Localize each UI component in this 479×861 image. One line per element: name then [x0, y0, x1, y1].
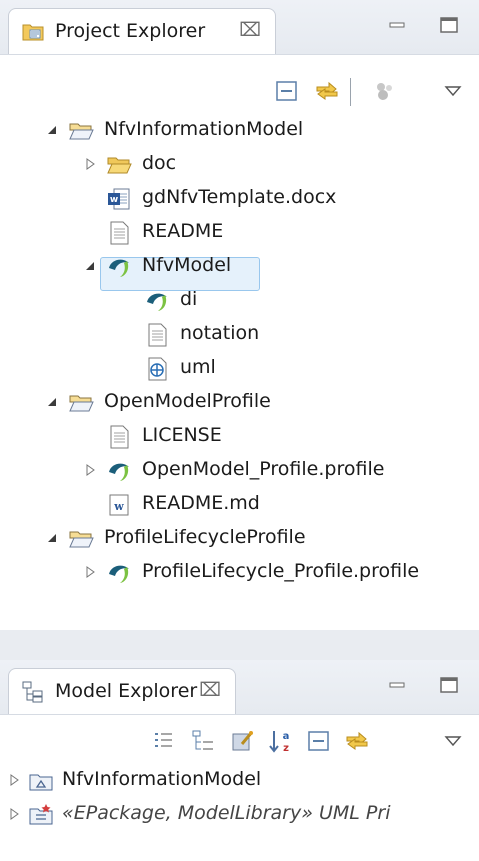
tree-item-uml[interactable]: uml	[0, 352, 479, 386]
tab-model-explorer[interactable]: Model Explorer ⌧	[8, 668, 236, 714]
papyrus-model-icon	[109, 259, 129, 277]
link-with-editor-icon[interactable]	[314, 78, 340, 104]
project-explorer-panel: Project Explorer ⌧ NfvInformationModel d…	[0, 0, 479, 640]
maximize-icon[interactable]	[438, 674, 460, 696]
tree-item-readme-md[interactable]: w README.md	[0, 488, 479, 522]
close-icon[interactable]: ⌧	[199, 679, 221, 701]
collapsed-arrow-icon[interactable]	[84, 158, 96, 170]
view-menu-icon[interactable]	[440, 78, 466, 104]
word-document-icon: w	[108, 188, 130, 210]
tree-item-label: «EPackage, ModelLibrary» UML Pri	[62, 802, 391, 824]
project-explorer-toolbar	[0, 72, 479, 112]
tree-item-label: NfvInformationModel	[62, 768, 262, 790]
tree-item-profilelifecycle-profile[interactable]: ProfileLifecycle_Profile.profile	[0, 556, 479, 590]
svg-text:z: z	[283, 743, 289, 754]
expanded-arrow-icon[interactable]	[46, 532, 58, 544]
model-explorer-toolbar: a z	[0, 722, 479, 762]
tree-item-label: README	[142, 220, 224, 242]
uml-file-icon	[148, 357, 167, 381]
svg-text:a: a	[283, 731, 290, 742]
tree-item-label: NfvModel	[142, 254, 232, 276]
model-tree-item-epackage[interactable]: «EPackage, ModelLibrary» UML Pri	[0, 798, 479, 832]
text-file-icon	[110, 221, 129, 245]
uml-model-icon	[29, 774, 53, 791]
project-explorer-tabbar: Project Explorer ⌧	[0, 0, 479, 55]
maximize-icon[interactable]	[438, 14, 460, 36]
model-library-icon	[29, 804, 53, 825]
text-file-icon	[148, 323, 167, 347]
collapse-all-icon[interactable]	[274, 78, 300, 104]
tree-item-label: NfvInformationModel	[104, 118, 304, 140]
customize-icon[interactable]	[230, 728, 256, 754]
expanded-arrow-icon[interactable]	[46, 396, 58, 408]
tree-item-notation[interactable]: notation	[0, 318, 479, 352]
model-explorer-tabbar: Model Explorer ⌧	[0, 660, 479, 715]
collapsed-arrow-icon[interactable]	[84, 464, 96, 476]
project-explorer-icon	[22, 24, 44, 41]
tree-item-label: README.md	[142, 492, 260, 514]
minimize-icon[interactable]	[386, 14, 408, 36]
text-file-icon	[110, 425, 129, 449]
minimize-icon[interactable]	[386, 674, 408, 696]
papyrus-model-icon	[109, 565, 129, 583]
tab-project-explorer[interactable]: Project Explorer ⌧	[8, 8, 276, 54]
tree-item-label: notation	[180, 322, 260, 344]
tree-view-icon[interactable]	[190, 728, 216, 754]
panel-divider[interactable]	[0, 630, 479, 660]
tree-item-doc[interactable]: doc	[0, 148, 479, 182]
model-explorer-panel: Model Explorer ⌧ a z NfvInformationModel…	[0, 660, 479, 861]
link-with-editor-icon[interactable]	[344, 728, 370, 754]
open-folder-icon	[69, 395, 94, 412]
tree-item-label: LICENSE	[142, 424, 222, 446]
tree-item-di[interactable]: di	[0, 284, 479, 318]
tree-item-label: OpenModel_Profile.profile	[142, 458, 385, 480]
tab-label: Model Explorer	[55, 680, 198, 702]
tree-item-label: ProfileLifecycle_Profile.profile	[142, 560, 420, 582]
tree-item-label: OpenModelProfile	[104, 390, 271, 412]
tree-item-label: uml	[180, 356, 216, 378]
tree-item-label: di	[180, 288, 198, 310]
tab-label: Project Explorer	[55, 20, 206, 42]
tree-item-label: gdNfvTemplate.docx	[142, 186, 337, 208]
model-tree-item-nfvinformationmodel[interactable]: NfvInformationModel	[0, 764, 479, 798]
tree-item-profilelifecycleprofile[interactable]: ProfileLifecycleProfile	[0, 522, 479, 556]
list-view-icon[interactable]	[150, 728, 176, 754]
sort-alphabetically-icon[interactable]: a z	[268, 728, 294, 754]
markdown-file-icon: w	[109, 494, 129, 516]
open-folder-icon	[69, 531, 94, 548]
folder-icon	[107, 157, 132, 174]
tree-item-label: doc	[142, 152, 177, 174]
collapsed-arrow-icon[interactable]	[8, 808, 20, 820]
tree-item-nfvmodel[interactable]: NfvModel	[0, 250, 479, 284]
svg-text:w: w	[110, 195, 118, 205]
tree-item-label: ProfileLifecycleProfile	[104, 526, 306, 548]
papyrus-model-icon	[147, 293, 167, 311]
collapsed-arrow-icon[interactable]	[84, 566, 96, 578]
tree-item-openmodelprofile[interactable]: OpenModelProfile	[0, 386, 479, 420]
tree-item-openmodel-profile[interactable]: OpenModel_Profile.profile	[0, 454, 479, 488]
collapse-all-icon[interactable]	[306, 728, 332, 754]
view-menu-icon[interactable]	[440, 728, 466, 754]
svg-text:w: w	[113, 500, 124, 513]
model-explorer-icon	[22, 681, 43, 703]
toolbar-separator	[350, 78, 351, 106]
expanded-arrow-icon[interactable]	[46, 124, 58, 136]
tree-item-license[interactable]: LICENSE	[0, 420, 479, 454]
papyrus-model-icon	[109, 463, 129, 481]
tree-item-nfvinformationmodel[interactable]: NfvInformationModel	[0, 114, 479, 148]
collapsed-arrow-icon[interactable]	[8, 774, 20, 786]
tree-item-gdnfvtemplate[interactable]: w gdNfvTemplate.docx	[0, 182, 479, 216]
filters-icon[interactable]	[372, 78, 398, 104]
open-folder-icon	[69, 123, 94, 140]
close-icon[interactable]: ⌧	[239, 19, 261, 41]
expanded-arrow-icon[interactable]	[84, 260, 96, 272]
tree-item-readme[interactable]: README	[0, 216, 479, 250]
